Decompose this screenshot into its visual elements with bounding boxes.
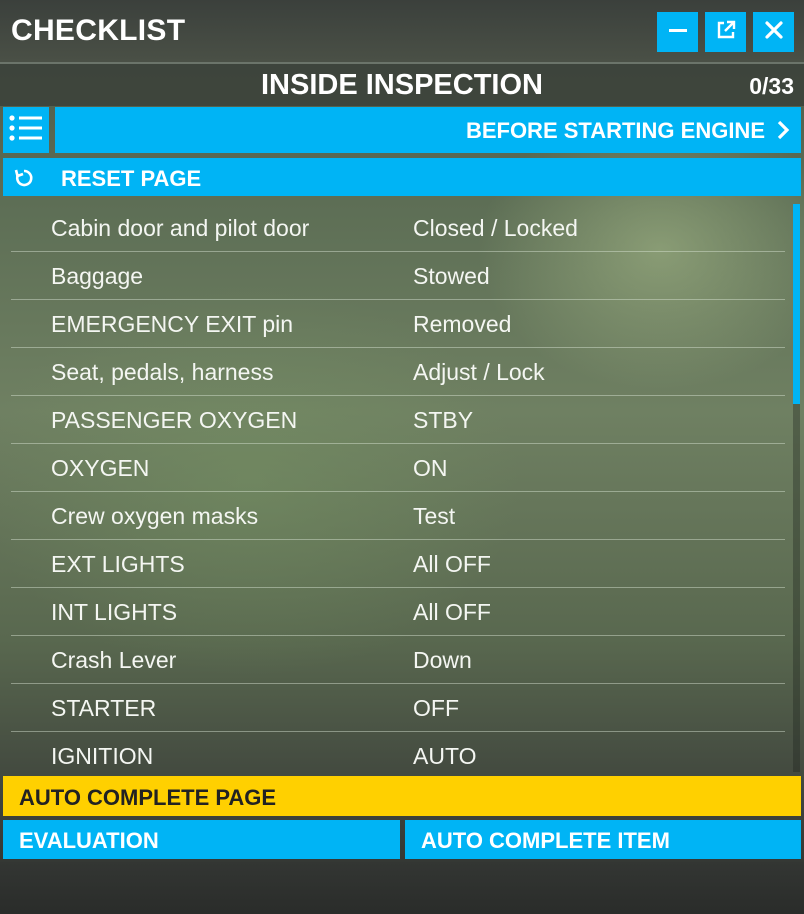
item-value: Adjust / Lock [413, 359, 545, 385]
section-header: INSIDE INSPECTION 0/33 [0, 62, 804, 106]
item-label: Baggage [51, 263, 144, 289]
title-bar[interactable]: CHECKLIST [0, 0, 804, 62]
checklist-item[interactable]: Baggage Stowed [11, 252, 785, 300]
chevron-right-icon [775, 120, 791, 145]
list-icon [8, 114, 44, 147]
item-value: STBY [413, 407, 474, 433]
next-section-label: BEFORE STARTING ENGINE [465, 118, 765, 143]
minimize-icon [667, 19, 689, 46]
item-label: Crew oxygen masks [51, 503, 259, 529]
checklist-item[interactable]: Seat, pedals, harness Adjust / Lock [11, 348, 785, 396]
checklist-item[interactable]: OXYGEN ON [11, 444, 785, 492]
minimize-button[interactable] [657, 12, 698, 52]
popout-icon [715, 19, 737, 46]
item-label: PASSENGER OXYGEN [51, 407, 298, 433]
auto-complete-page-button[interactable]: AUTO COMPLETE PAGE [3, 776, 801, 816]
item-value: Stowed [413, 263, 490, 289]
item-value: All OFF [413, 551, 491, 577]
checklist-items[interactable]: Cabin door and pilot door Closed / Locke… [0, 204, 790, 772]
item-value: All OFF [413, 599, 491, 625]
item-label: Seat, pedals, harness [51, 359, 274, 385]
item-label: EMERGENCY EXIT pin [51, 311, 294, 337]
checklist-item[interactable]: Cabin door and pilot door Closed / Locke… [11, 204, 785, 252]
close-icon [763, 19, 785, 46]
evaluation-label: EVALUATION [19, 828, 159, 853]
checklist-item[interactable]: EMERGENCY EXIT pin Removed [11, 300, 785, 348]
item-label: STARTER [51, 695, 157, 721]
item-label: EXT LIGHTS [51, 551, 185, 577]
item-label: Crash Lever [51, 647, 177, 673]
reset-icon [13, 167, 35, 194]
next-section-button[interactable]: BEFORE STARTING ENGINE [55, 107, 801, 153]
item-value: Removed [413, 311, 512, 337]
item-label: IGNITION [51, 743, 154, 769]
checklist-menu-button[interactable] [3, 107, 49, 153]
item-value: Down [413, 647, 472, 673]
section-title: INSIDE INSPECTION [261, 69, 543, 101]
popout-button[interactable] [705, 12, 746, 52]
checklist-item[interactable]: Crew oxygen masks Test [11, 492, 785, 540]
item-value: OFF [413, 695, 459, 721]
item-value: ON [413, 455, 448, 481]
auto-complete-item-button[interactable]: AUTO COMPLETE ITEM [405, 820, 801, 859]
auto-complete-page-label: AUTO COMPLETE PAGE [19, 785, 277, 810]
evaluation-button[interactable]: EVALUATION [3, 820, 400, 859]
scrollbar-thumb[interactable] [793, 204, 800, 404]
item-label: INT LIGHTS [51, 599, 178, 625]
checklist-item[interactable]: INT LIGHTS All OFF [11, 588, 785, 636]
reset-page-label: RESET PAGE [61, 166, 202, 191]
progress-counter: 0/33 [749, 73, 794, 99]
window-title: CHECKLIST [11, 14, 186, 47]
scrollbar[interactable] [793, 204, 800, 772]
checklist-item[interactable]: STARTER OFF [11, 684, 785, 732]
item-value: AUTO [413, 743, 477, 769]
checklist-panel: CHECKLIST INSIDE INSPECTION 0/33 BEFORE … [0, 0, 804, 914]
item-value: Test [413, 503, 456, 529]
checklist-item[interactable]: PASSENGER OXYGEN STBY [11, 396, 785, 444]
auto-complete-item-label: AUTO COMPLETE ITEM [421, 828, 670, 853]
checklist-item[interactable]: Crash Lever Down [11, 636, 785, 684]
reset-page-button[interactable]: RESET PAGE [3, 158, 801, 196]
panel-footer [0, 862, 804, 914]
checklist-item[interactable]: IGNITION AUTO [11, 732, 785, 772]
close-button[interactable] [753, 12, 794, 52]
item-label: OXYGEN [51, 455, 150, 481]
item-value: Closed / Locked [413, 215, 578, 241]
checklist-item[interactable]: EXT LIGHTS All OFF [11, 540, 785, 588]
item-label: Cabin door and pilot door [51, 215, 310, 241]
